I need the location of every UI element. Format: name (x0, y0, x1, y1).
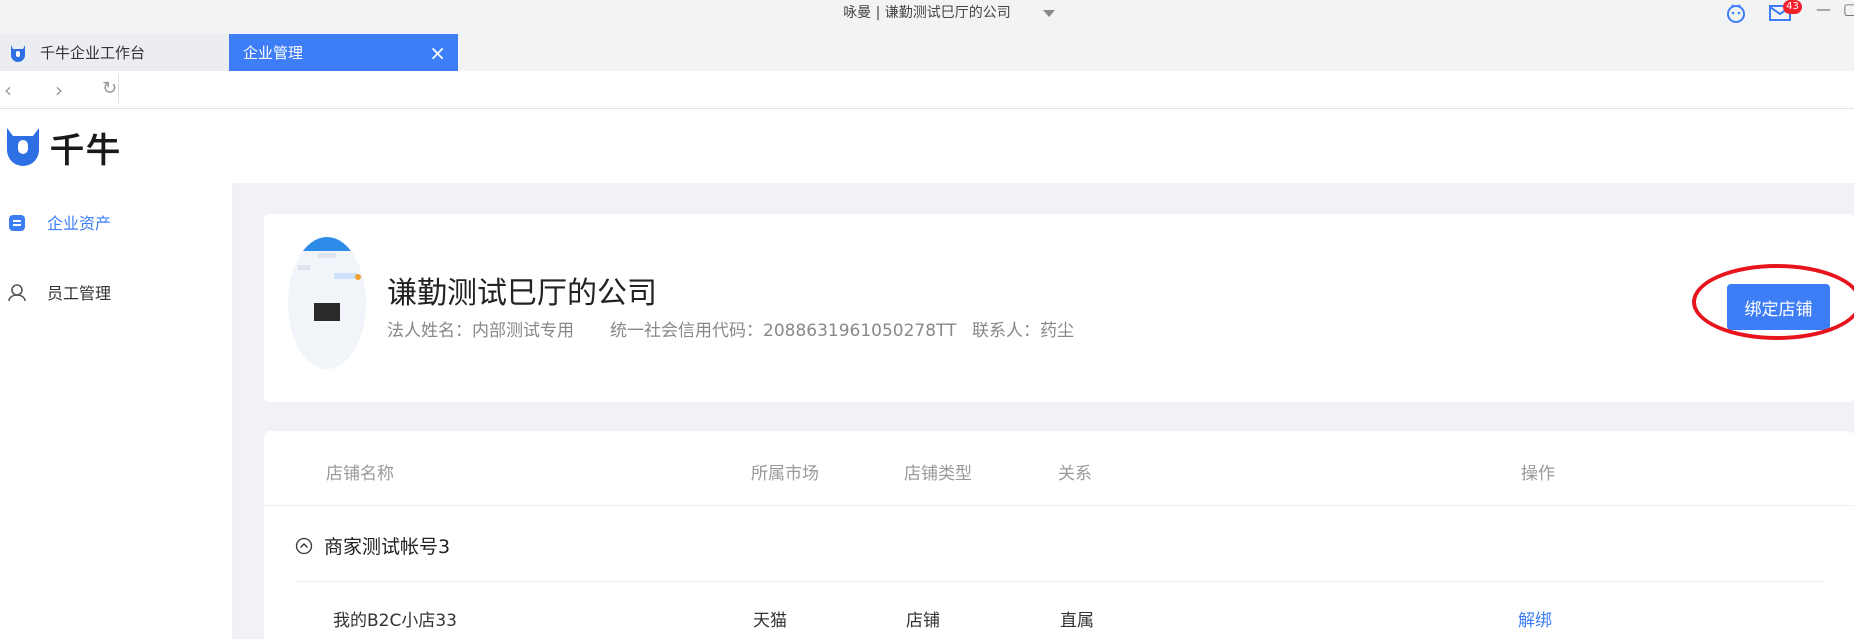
tab-label: 千牛企业工作台 (40, 44, 146, 62)
sidebar-item-enterprise-assets[interactable]: 企业资产 (0, 197, 232, 247)
company-name: 谦勤测试巳厅的公司 (387, 276, 657, 311)
group-name: 商家测试帐号3 (324, 536, 451, 558)
logo-text: 千牛 (50, 131, 122, 171)
group-divider (295, 581, 1825, 582)
column-header-store-type: 店铺类型 (904, 464, 972, 484)
tab-label: 企业管理 (243, 44, 304, 62)
maximize-icon[interactable]: ▢ (1843, 0, 1854, 18)
nav-divider (118, 74, 119, 104)
tab-enterprise-management[interactable]: 企业管理 × (229, 34, 458, 71)
column-header-store-name: 店铺名称 (326, 464, 394, 484)
group-row-merchant[interactable]: 商家测试帐号3 (295, 532, 450, 559)
title-dropdown-icon[interactable] (1043, 10, 1055, 17)
unbind-link[interactable]: 解绑 (1518, 606, 1552, 631)
window-title: 咏曼 | 谦勤测试巳厅的公司 (843, 5, 1011, 21)
back-icon[interactable]: ‹ (4, 78, 12, 102)
header-divider (264, 505, 1854, 506)
qianniu-tab-icon (8, 43, 28, 63)
contact-text: 联系人：药尘 (972, 321, 1074, 341)
tab-workbench[interactable]: 千牛企业工作台 (0, 34, 229, 71)
close-icon[interactable]: × (429, 41, 446, 65)
cell-market: 天猫 (753, 611, 787, 631)
credit-code-text: 统一社会信用代码：2088631961050278TT (610, 321, 957, 341)
person-icon (7, 282, 27, 302)
sidebar-item-staff-management[interactable]: 员工管理 (0, 267, 232, 317)
legal-person-text: 法人姓名：内部测试专用 (387, 321, 574, 341)
refresh-icon[interactable]: ↻ (102, 78, 117, 99)
robot-assistant-icon[interactable] (1725, 3, 1747, 29)
forward-icon[interactable]: › (55, 78, 63, 102)
sidebar (0, 183, 233, 639)
qianniu-logo-icon (5, 126, 41, 170)
minimize-icon[interactable]: — (1816, 0, 1831, 18)
company-avatar (288, 237, 366, 369)
mail-badge: 43 (1783, 0, 1802, 14)
cell-store-name: 我的B2C小店33 (333, 611, 457, 631)
clipboard-icon (7, 212, 27, 232)
cell-store-type: 店铺 (906, 611, 940, 631)
sidebar-item-label: 企业资产 (47, 214, 112, 233)
column-header-action: 操作 (1521, 464, 1555, 484)
column-header-relation: 关系 (1058, 464, 1092, 484)
column-header-market: 所属市场 (751, 464, 819, 484)
collapse-chevron-icon[interactable] (295, 537, 313, 555)
highlight-annotation-ring (1692, 264, 1854, 340)
navigation-bar (0, 71, 1854, 109)
cell-relation: 直属 (1060, 611, 1094, 631)
sidebar-item-label: 员工管理 (47, 284, 112, 303)
